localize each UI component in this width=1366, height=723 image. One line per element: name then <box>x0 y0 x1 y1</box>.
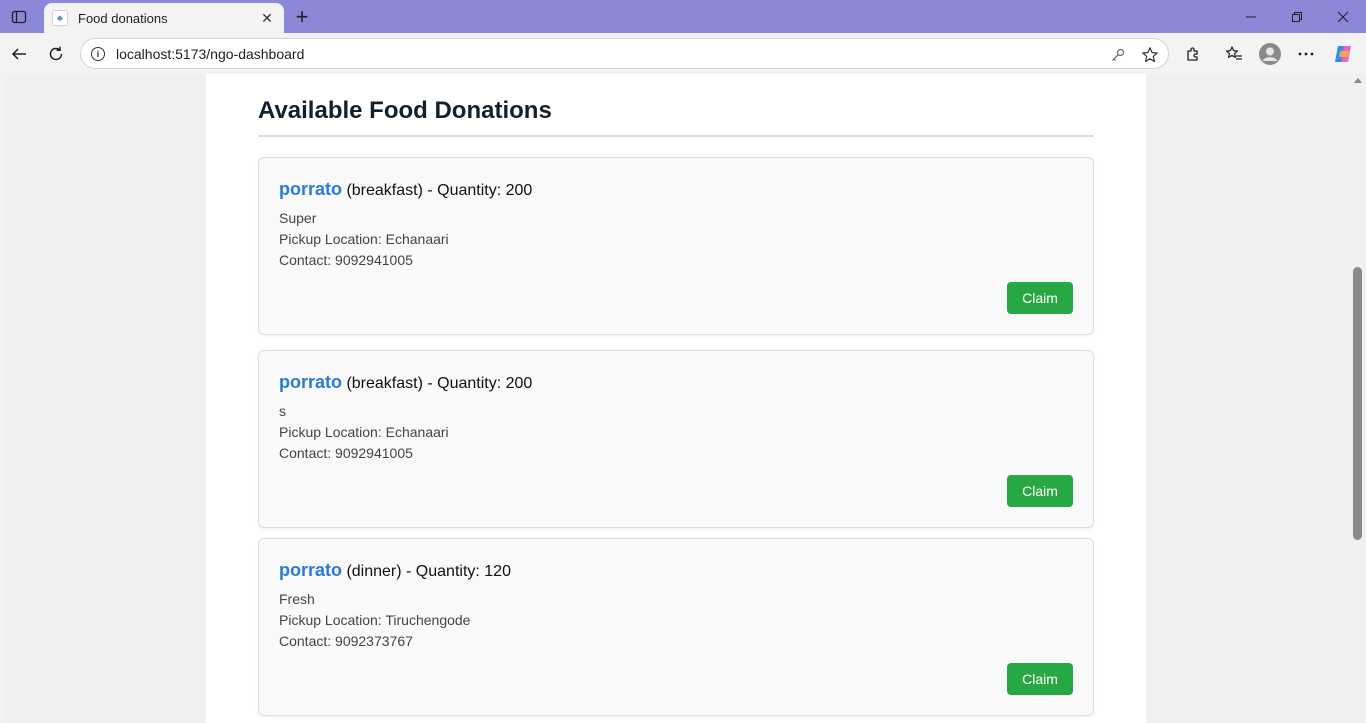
page-scrollbar[interactable] <box>1350 74 1366 723</box>
donation-food-name: porrato <box>279 179 342 199</box>
donation-headline: porrato (breakfast) - Quantity: 200 <box>279 372 532 393</box>
scroll-up-arrow-icon[interactable] <box>1354 78 1362 83</box>
donation-pickup-location: Pickup Location: Tiruchengode <box>279 612 471 628</box>
donation-card: porrato (dinner) - Quantity: 120 Fresh P… <box>258 538 1094 716</box>
profile-avatar-icon[interactable] <box>1257 41 1283 67</box>
address-bar[interactable]: i localhost:5173/ngo-dashboard <box>80 38 1169 69</box>
new-tab-icon[interactable]: + <box>290 4 314 29</box>
browser-titlebar: ♣ Food donations ✕ + <box>0 0 1366 33</box>
donation-meal-quantity: (dinner) - Quantity: 120 <box>346 563 511 580</box>
donation-description: Super <box>279 210 317 226</box>
donation-food-name: porrato <box>279 372 342 392</box>
dashboard-container: Available Food Donations porrato (breakf… <box>206 74 1146 723</box>
donation-card: porrato (breakfast) - Quantity: 200 s Pi… <box>258 350 1094 528</box>
claim-button[interactable]: Claim <box>1007 475 1073 507</box>
url-text: localhost:5173/ngo-dashboard <box>116 45 305 62</box>
close-window-icon[interactable] <box>1320 0 1366 33</box>
back-icon[interactable] <box>6 41 32 67</box>
tab-close-icon[interactable]: ✕ <box>258 9 276 27</box>
refresh-icon[interactable] <box>43 41 69 67</box>
donation-description: Fresh <box>279 591 315 607</box>
claim-button[interactable]: Claim <box>1007 282 1073 314</box>
donation-headline: porrato (dinner) - Quantity: 120 <box>279 560 511 581</box>
title-divider <box>258 135 1094 137</box>
favorite-star-icon[interactable] <box>1140 45 1160 65</box>
sidebar-toggle-icon[interactable] <box>8 6 30 28</box>
tab-title: Food donations <box>78 10 168 26</box>
donation-headline: porrato (breakfast) - Quantity: 200 <box>279 179 532 200</box>
password-key-icon[interactable] <box>1108 45 1128 65</box>
copilot-icon[interactable] <box>1330 41 1356 67</box>
favorites-list-icon[interactable] <box>1221 41 1247 67</box>
donation-contact: Contact: 9092373767 <box>279 633 413 649</box>
browser-toolbar: i localhost:5173/ngo-dashboard <box>0 33 1366 74</box>
site-info-icon[interactable]: i <box>91 46 105 61</box>
donation-food-name: porrato <box>279 560 342 580</box>
minimize-icon[interactable] <box>1228 0 1274 33</box>
scrollbar-thumb[interactable] <box>1353 267 1362 540</box>
page-title: Available Food Donations <box>258 97 552 124</box>
restore-icon[interactable] <box>1274 0 1320 33</box>
page-viewport: Available Food Donations porrato (breakf… <box>4 74 1350 723</box>
donation-description: s <box>279 403 286 419</box>
donation-pickup-location: Pickup Location: Echanaari <box>279 231 449 247</box>
donation-meal-quantity: (breakfast) - Quantity: 200 <box>346 182 533 199</box>
extensions-icon[interactable] <box>1180 41 1206 67</box>
more-options-icon[interactable] <box>1293 41 1319 67</box>
donation-contact: Contact: 9092941005 <box>279 445 413 461</box>
donation-card: porrato (breakfast) - Quantity: 200 Supe… <box>258 157 1094 335</box>
browser-tab[interactable]: ♣ Food donations ✕ <box>44 3 284 33</box>
site-favicon-icon: ♣ <box>52 10 68 26</box>
donation-contact: Contact: 9092941005 <box>279 252 413 268</box>
donation-meal-quantity: (breakfast) - Quantity: 200 <box>346 375 533 392</box>
donation-pickup-location: Pickup Location: Echanaari <box>279 424 449 440</box>
claim-button[interactable]: Claim <box>1007 663 1073 695</box>
